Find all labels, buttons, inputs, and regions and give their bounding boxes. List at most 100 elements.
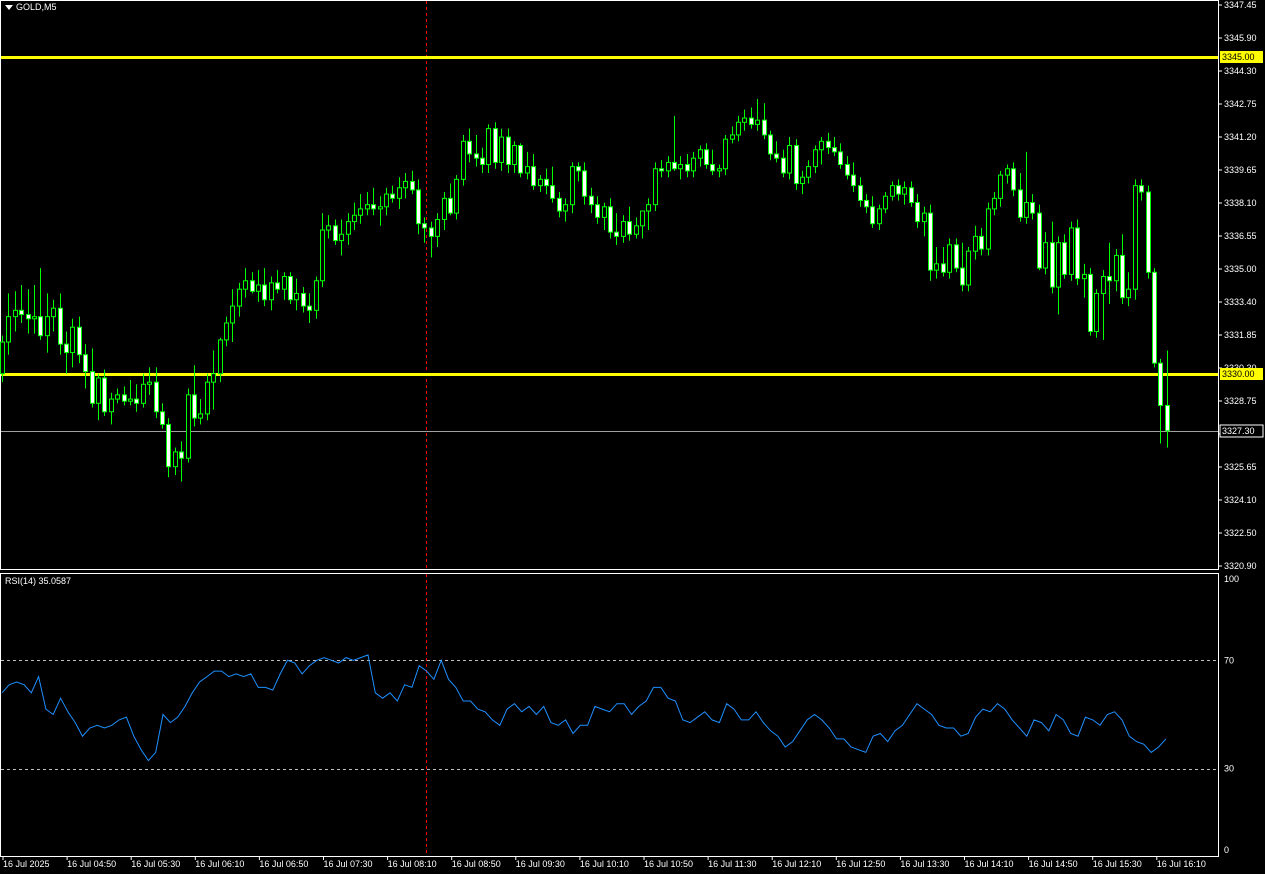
candle-body[interactable] <box>947 244 952 273</box>
candle-body[interactable] <box>960 267 965 286</box>
candle-body[interactable] <box>986 208 991 250</box>
candle-body[interactable] <box>614 231 619 237</box>
candle-body[interactable] <box>58 307 63 345</box>
candle-body[interactable] <box>749 117 754 125</box>
candle-body[interactable] <box>896 185 901 195</box>
candle-body[interactable] <box>576 166 581 172</box>
candle-body[interactable] <box>1056 242 1061 288</box>
candle-body[interactable] <box>1133 185 1138 290</box>
candle-body[interactable] <box>1107 276 1112 282</box>
candle-body[interactable] <box>109 398 114 413</box>
candle-body[interactable] <box>77 326 82 356</box>
candle-body[interactable] <box>314 280 319 311</box>
candle-body[interactable] <box>550 185 555 199</box>
candle-body[interactable] <box>160 411 165 425</box>
candle-body[interactable] <box>774 153 779 159</box>
candle-body[interactable] <box>269 282 274 301</box>
candle-body[interactable] <box>352 214 357 223</box>
candle-body[interactable] <box>653 168 658 206</box>
candle-body[interactable] <box>1094 292 1099 332</box>
candle-body[interactable] <box>691 157 696 172</box>
candle-body[interactable] <box>506 136 511 166</box>
candle-body[interactable] <box>909 187 914 204</box>
candle-body[interactable] <box>883 195 888 210</box>
candle-body[interactable] <box>1082 273 1087 280</box>
candle-body[interactable] <box>416 189 421 225</box>
candle-body[interactable] <box>710 164 715 172</box>
candle-body[interactable] <box>384 193 389 208</box>
candle-body[interactable] <box>787 145 792 174</box>
candle-body[interactable] <box>442 197 447 220</box>
candle-body[interactable] <box>640 210 645 227</box>
candle-body[interactable] <box>781 157 786 174</box>
candle-body[interactable] <box>1024 202 1029 218</box>
candle-body[interactable] <box>83 354 88 373</box>
candle-body[interactable] <box>794 145 799 185</box>
candle-body[interactable] <box>6 316 11 343</box>
candle-body[interactable] <box>966 250 971 286</box>
candle-body[interactable] <box>173 451 178 468</box>
candle-body[interactable] <box>704 149 709 166</box>
candle-body[interactable] <box>435 218 440 237</box>
candle-body[interactable] <box>147 381 152 385</box>
candle-body[interactable] <box>717 168 722 172</box>
candle-body[interactable] <box>672 161 677 170</box>
candle-body[interactable] <box>1152 271 1157 364</box>
candle-body[interactable] <box>736 121 741 136</box>
candle-body[interactable] <box>486 128 491 166</box>
candle-body[interactable] <box>64 343 69 354</box>
candle-body[interactable] <box>544 178 549 187</box>
candle-body[interactable] <box>806 166 811 178</box>
candle-body[interactable] <box>365 204 370 210</box>
candle-body[interactable] <box>1139 185 1144 193</box>
candle-body[interactable] <box>570 166 575 206</box>
candle-body[interactable] <box>122 394 127 402</box>
candle-body[interactable] <box>730 134 735 140</box>
candle-body[interactable] <box>698 149 703 159</box>
candle-body[interactable] <box>934 263 939 271</box>
candle-body[interactable] <box>563 204 568 212</box>
candle-body[interactable] <box>26 314 31 320</box>
candle-body[interactable] <box>32 316 37 320</box>
price-pane[interactable] <box>0 56 1219 482</box>
candle-body[interactable] <box>390 193 395 199</box>
candle-body[interactable] <box>256 284 261 292</box>
candle-body[interactable] <box>1011 168 1016 191</box>
candle-body[interactable] <box>1101 276 1106 294</box>
candle-body[interactable] <box>250 280 255 292</box>
candle-body[interactable] <box>922 212 927 223</box>
candle-body[interactable] <box>762 119 767 136</box>
candle-body[interactable] <box>512 145 517 166</box>
candle-body[interactable] <box>102 377 107 413</box>
candle-body[interactable] <box>608 206 613 233</box>
trading-chart[interactable]: 3347.45 3345.90 3344.30 3342.75 3341.20 3339.… <box>0 0 1265 874</box>
candle-body[interactable] <box>307 305 312 311</box>
candle-body[interactable] <box>90 371 95 404</box>
candle-body[interactable] <box>134 398 139 404</box>
candle-body[interactable] <box>659 168 664 172</box>
candle-body[interactable] <box>595 204 600 218</box>
candle-body[interactable] <box>141 383 146 404</box>
candle-body[interactable] <box>422 223 427 229</box>
candle-body[interactable] <box>19 309 24 316</box>
candle-body[interactable] <box>1114 254 1119 282</box>
candle-body[interactable] <box>589 195 594 206</box>
candle-body[interactable] <box>294 292 299 301</box>
candle-body[interactable] <box>1050 242 1055 288</box>
candle-body[interactable] <box>454 178 459 214</box>
candle-body[interactable] <box>128 398 133 402</box>
candle-body[interactable] <box>1165 404 1170 432</box>
candle-body[interactable] <box>1126 288 1131 299</box>
candle-body[interactable] <box>902 187 907 195</box>
dropdown-triangle-icon[interactable] <box>5 4 13 10</box>
candle-body[interactable] <box>346 221 351 235</box>
candle-body[interactable] <box>890 185 895 197</box>
candle-body[interactable] <box>461 140 466 180</box>
candle-body[interactable] <box>1075 227 1080 280</box>
candle-body[interactable] <box>13 309 18 318</box>
candle-body[interactable] <box>800 176 805 185</box>
candle-body[interactable] <box>358 208 363 216</box>
candle-body[interactable] <box>467 140 472 155</box>
candle-body[interactable] <box>1018 189 1023 218</box>
candle-body[interactable] <box>70 326 75 354</box>
